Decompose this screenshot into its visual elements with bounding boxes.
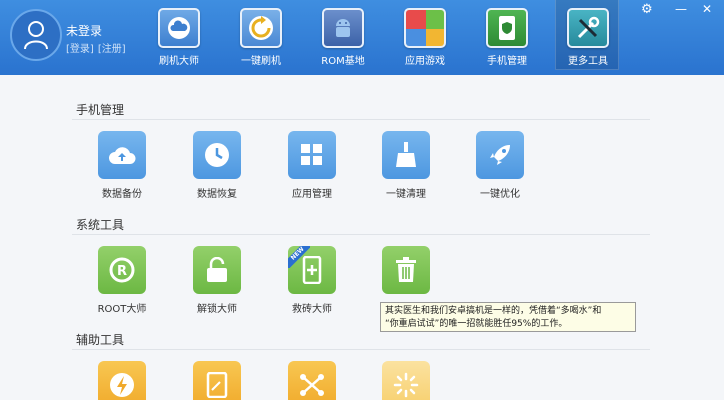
refresh-icon: [240, 8, 282, 48]
user-icon: [24, 21, 48, 50]
main-content: 手机管理 数据备份 数据恢复 应用管理 一键清理 一键优化 系统工具 R ROO…: [0, 75, 724, 400]
nav-apps-games[interactable]: 应用游戏: [393, 0, 457, 70]
apps-icon: [404, 8, 446, 48]
user-status: 未登录: [66, 24, 103, 38]
phone-shield-icon: [486, 8, 528, 48]
minimize-icon[interactable]: —: [672, 2, 690, 16]
section-title-phone-management: 手机管理: [76, 103, 125, 117]
nav-rom-base[interactable]: ROM基地: [311, 0, 375, 70]
tooltip: 其实医生和我们安卓搞机是一样的，凭借着“多喝水”和 “你重启试试”的唯一招就能胜…: [380, 302, 636, 332]
lightning-icon: [98, 361, 146, 400]
avatar[interactable]: [10, 9, 62, 61]
top-header: 未登录 [登录] [注册] 刷机大师 一键刷机 ROM基地 应用游戏 手机管理: [0, 0, 724, 75]
nav-more-tools[interactable]: 更多工具: [555, 0, 619, 70]
nav-one-click-flash[interactable]: 一键刷机: [229, 0, 293, 70]
cloud-icon: [158, 8, 200, 48]
tooltip-line-1: 其实医生和我们安卓搞机是一样的，凭借着“多喝水”和: [385, 306, 602, 316]
clock-icon: [193, 131, 241, 179]
tablet-icon: [193, 361, 241, 400]
divider: [72, 119, 650, 120]
unlock-icon: [193, 246, 241, 294]
nav-phone-manager[interactable]: 手机管理: [475, 0, 539, 70]
divider: [72, 234, 650, 235]
connect-icon: [288, 361, 336, 400]
nav-flash-master[interactable]: 刷机大师: [147, 0, 211, 70]
tooltip-line-2: “你重启试试”的唯一招就能胜任95%的工作。: [385, 319, 568, 329]
phone-rescue-icon: NEW: [288, 246, 336, 294]
user-links: [登录] [注册]: [66, 40, 126, 55]
register-link[interactable]: [注册]: [98, 44, 126, 55]
grid-icon: [288, 131, 336, 179]
svg-text:R: R: [117, 264, 127, 279]
close-icon[interactable]: ✕: [698, 2, 716, 16]
cloud-upload-icon: [98, 131, 146, 179]
tools-icon: [567, 8, 609, 48]
gear-icon[interactable]: ⚙: [641, 3, 655, 17]
divider: [72, 349, 650, 350]
new-badge: NEW: [288, 246, 310, 268]
rocket-icon: [476, 131, 524, 179]
trash-icon: [382, 246, 430, 294]
broom-icon: [382, 131, 430, 179]
section-title-auxiliary-tools: 辅助工具: [76, 333, 125, 347]
login-link[interactable]: [登录]: [66, 44, 94, 55]
loading-icon: [382, 361, 430, 400]
section-title-system-tools: 系统工具: [76, 218, 125, 232]
root-icon: R: [98, 246, 146, 294]
android-icon: [322, 8, 364, 48]
